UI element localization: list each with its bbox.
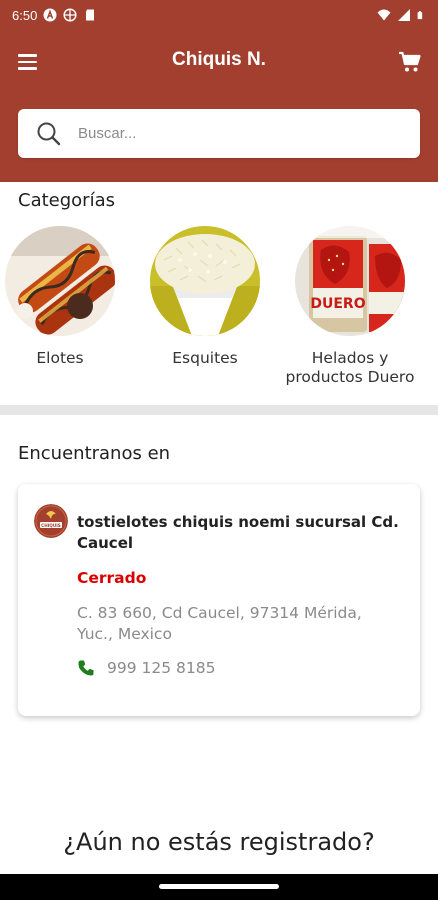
search-icon — [37, 122, 61, 145]
store-name: tostielotes chiquis noemi sucursal Cd. C… — [77, 513, 399, 552]
category-esquites[interactable]: Esquites — [135, 226, 275, 368]
phone-icon — [78, 660, 94, 676]
section-divider — [0, 405, 438, 415]
app-title: Chiquis N. — [172, 49, 266, 70]
store-phone-number: 999 125 8185 — [107, 659, 216, 677]
register-title: ¿Aún no estás registrado? — [63, 828, 375, 856]
category-label: Elotes — [36, 349, 84, 367]
store-address: C. 83 660, Cd Caucel, 97314 Mérida, Yuc.… — [77, 604, 362, 643]
app-bar: Chiquis N. — [0, 30, 438, 182]
shopping-cart-icon[interactable] — [398, 50, 422, 74]
category-image-esquites — [150, 226, 260, 336]
status-bar: 6:50 — [0, 0, 438, 30]
category-image-elotes — [5, 226, 115, 336]
wifi-icon — [377, 9, 391, 21]
category-elotes[interactable]: Elotes — [0, 226, 130, 368]
category-label: Helados y productos Duero — [285, 349, 415, 386]
store-status: Cerrado — [77, 569, 147, 587]
locations-title: Encuentranos en — [18, 443, 171, 464]
categories-list: Elotes Esquites DUERO Helados y producto… — [0, 226, 438, 396]
signal-icon — [398, 9, 410, 21]
home-gesture-pill[interactable] — [159, 884, 279, 889]
category-label: Esquites — [172, 349, 238, 367]
store-card[interactable]: CHIQUIS tostielotes chiquis noemi sucurs… — [18, 484, 420, 716]
battery-icon — [417, 11, 423, 20]
store-logo: CHIQUIS — [34, 504, 68, 538]
search-input[interactable] — [78, 125, 378, 142]
category-image-helados-duero: DUERO — [295, 226, 405, 336]
vpn-icon — [63, 8, 77, 22]
category-helados-duero[interactable]: DUERO Helados y productos Duero — [280, 226, 420, 387]
status-time: 6:50 — [12, 7, 38, 23]
search-bar[interactable] — [18, 109, 420, 158]
categories-title: Categorías — [18, 190, 115, 211]
store-phone[interactable]: 999 125 8185 — [77, 659, 215, 677]
system-navigation-bar — [0, 874, 438, 900]
duero-brand-text: DUERO — [310, 296, 365, 312]
notification-a-icon — [43, 8, 57, 22]
store-logo-text: CHIQUIS — [41, 523, 61, 528]
sd-card-icon — [86, 9, 95, 21]
